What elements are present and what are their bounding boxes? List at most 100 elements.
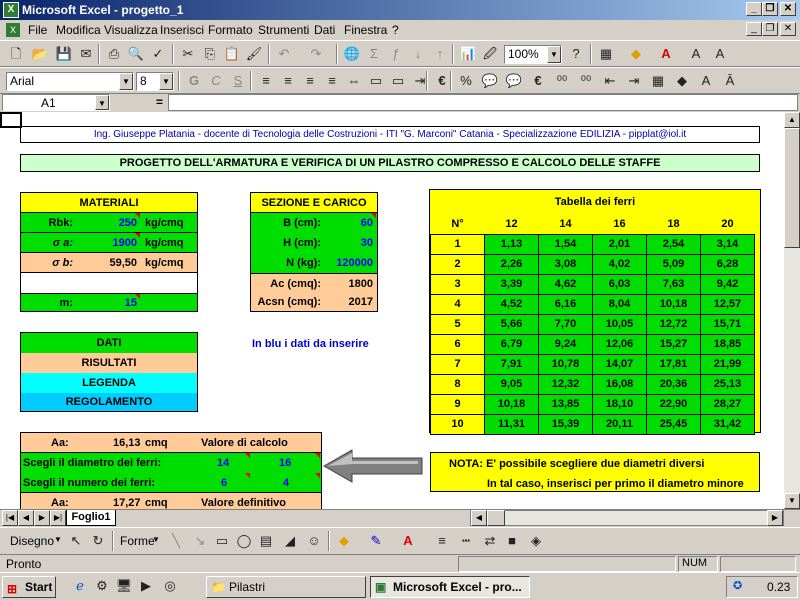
- oval-icon[interactable]: ◯: [234, 532, 254, 550]
- sigma-a-value[interactable]: 1900: [113, 237, 137, 249]
- num2-value[interactable]: 4: [283, 477, 289, 489]
- first-sheet-icon[interactable]: |◀: [2, 510, 18, 526]
- arrow-style-icon[interactable]: ⇄: [480, 532, 500, 550]
- textbox-icon[interactable]: ▤: [256, 532, 276, 550]
- clipart-icon[interactable]: ☺: [304, 532, 324, 550]
- print-icon[interactable]: ⎙: [104, 45, 124, 63]
- rotate-icon[interactable]: ↻: [88, 532, 108, 550]
- menu-file[interactable]: File: [28, 23, 47, 37]
- sort-desc-icon[interactable]: ↑: [430, 45, 450, 63]
- scroll-thumb[interactable]: [784, 128, 800, 248]
- chevron-down-icon[interactable]: ▼: [547, 46, 561, 63]
- desktop-icon[interactable]: 🖥: [114, 577, 134, 595]
- font-name-select[interactable]: Arial ▼: [6, 72, 134, 91]
- chevron-down-icon[interactable]: ▼: [119, 73, 133, 90]
- font-size-select[interactable]: 8 ▼: [136, 72, 174, 91]
- wrap-icon[interactable]: ▭: [388, 72, 408, 90]
- underline-icon[interactable]: S: [228, 72, 248, 90]
- tab-foglio1[interactable]: Foglio1: [66, 510, 116, 526]
- comment2-icon[interactable]: 💬: [504, 72, 524, 90]
- name-box[interactable]: A1 ▼: [2, 94, 110, 111]
- bold-icon[interactable]: G: [184, 72, 204, 90]
- rectangle-icon[interactable]: ▭: [212, 532, 232, 550]
- disegno-menu[interactable]: Disegno: [10, 534, 54, 548]
- line-icon[interactable]: ╲: [166, 532, 186, 550]
- line-color-icon[interactable]: ✎: [366, 532, 386, 550]
- merge-center-icon[interactable]: ⇔: [344, 72, 364, 90]
- maximize-button[interactable]: ❐: [762, 2, 778, 16]
- menu-inserisci[interactable]: Inserisci: [160, 23, 204, 37]
- save-icon[interactable]: 💾: [54, 45, 74, 63]
- last-sheet-icon[interactable]: ▶|: [50, 510, 66, 526]
- formula-input[interactable]: [168, 94, 798, 111]
- doc-restore-button[interactable]: ❐: [762, 22, 778, 36]
- new-icon[interactable]: 🗋: [6, 45, 26, 63]
- task-pilastri[interactable]: 📁 Pilastri: [206, 576, 366, 598]
- font-color-icon[interactable]: A: [656, 45, 676, 63]
- menu-visualizza[interactable]: Visualizza: [104, 23, 158, 37]
- worksheet-area[interactable]: Ing. Giuseppe Platania - docente di Tecn…: [0, 112, 784, 509]
- n-value[interactable]: 120000: [336, 257, 373, 269]
- chevron-down-icon[interactable]: ▼: [159, 73, 173, 90]
- chevron-down-icon[interactable]: ▼: [95, 95, 109, 110]
- open-icon[interactable]: 📂: [30, 45, 50, 63]
- doc-minimize-button[interactable]: _: [746, 22, 762, 36]
- autosum-icon[interactable]: Σ: [364, 45, 384, 63]
- menu-finestra[interactable]: Finestra: [344, 23, 387, 37]
- sort-asc-icon[interactable]: ↓: [408, 45, 428, 63]
- wordart-icon[interactable]: ◢: [280, 532, 300, 550]
- scroll-right-icon[interactable]: ▶: [767, 510, 783, 526]
- increase-font-icon[interactable]: A: [686, 45, 706, 63]
- currency-icon[interactable]: €: [528, 72, 548, 90]
- paste-icon[interactable]: 📋: [222, 45, 242, 63]
- media-icon[interactable]: ▶: [136, 577, 156, 595]
- help-icon[interactable]: ?: [566, 45, 586, 63]
- quicklaunch-icon[interactable]: ⚙: [92, 577, 112, 595]
- font-color2-icon[interactable]: A: [696, 72, 716, 90]
- doc-close-button[interactable]: ✕: [780, 22, 796, 36]
- decrease-decimal-icon[interactable]: ⁰⁰: [552, 72, 572, 90]
- print-preview-icon[interactable]: 🔍: [126, 45, 146, 63]
- rbk-value[interactable]: 250: [119, 217, 137, 229]
- function-icon[interactable]: ƒ: [386, 45, 406, 63]
- fill-icon[interactable]: ◆: [672, 72, 692, 90]
- borders-icon[interactable]: ▦: [596, 45, 616, 63]
- num1-value[interactable]: 6: [221, 477, 227, 489]
- scroll-down-icon[interactable]: ▼: [784, 493, 800, 509]
- justify-icon[interactable]: ≡: [322, 72, 342, 90]
- b-value[interactable]: 60: [361, 217, 373, 229]
- chart-wizard-icon[interactable]: 📊: [458, 45, 478, 63]
- arrow-icon[interactable]: ↘: [190, 532, 210, 550]
- next-sheet-icon[interactable]: ▶: [34, 510, 50, 526]
- fill-color-icon[interactable]: ◆: [334, 532, 354, 550]
- format-painter-icon[interactable]: 🖌: [244, 45, 264, 63]
- tray-icon[interactable]: ✪: [733, 579, 742, 592]
- align-right-icon[interactable]: ≡: [300, 72, 320, 90]
- forme-menu[interactable]: Forme: [120, 534, 155, 548]
- diam2-value[interactable]: 16: [279, 457, 291, 469]
- close-button[interactable]: ✕: [780, 2, 796, 16]
- comment-icon[interactable]: 💬: [480, 72, 500, 90]
- shadow-icon[interactable]: ■: [502, 532, 522, 550]
- dash-style-icon[interactable]: ┅: [456, 532, 476, 550]
- diam1-value[interactable]: 14: [217, 457, 229, 469]
- spelling-icon[interactable]: ✓: [148, 45, 168, 63]
- indent2-icon[interactable]: ⇥: [624, 72, 644, 90]
- menu-formato[interactable]: Formato: [208, 23, 253, 37]
- outdent-icon[interactable]: ⇤: [600, 72, 620, 90]
- euro-icon[interactable]: €: [432, 72, 452, 90]
- line-style-icon[interactable]: ≡: [432, 532, 452, 550]
- font-color-icon[interactable]: A: [398, 532, 418, 550]
- italic-icon[interactable]: C: [206, 72, 226, 90]
- task-excel[interactable]: ▣ Microsoft Excel - pro...: [370, 576, 530, 598]
- menu-strumenti[interactable]: Strumenti: [258, 23, 309, 37]
- drawing-icon[interactable]: 🖉: [480, 45, 500, 63]
- menu-dati[interactable]: Dati: [314, 23, 335, 37]
- email-icon[interactable]: ✉: [76, 45, 96, 63]
- merge-icon[interactable]: ▭: [366, 72, 386, 90]
- horizontal-scrollbar[interactable]: ◀ ▶: [470, 510, 784, 526]
- prev-sheet-icon[interactable]: ◀: [18, 510, 34, 526]
- cut-icon[interactable]: ✂: [178, 45, 198, 63]
- vertical-scrollbar[interactable]: ▲ ▼: [784, 112, 800, 509]
- percent-icon[interactable]: %: [456, 72, 476, 90]
